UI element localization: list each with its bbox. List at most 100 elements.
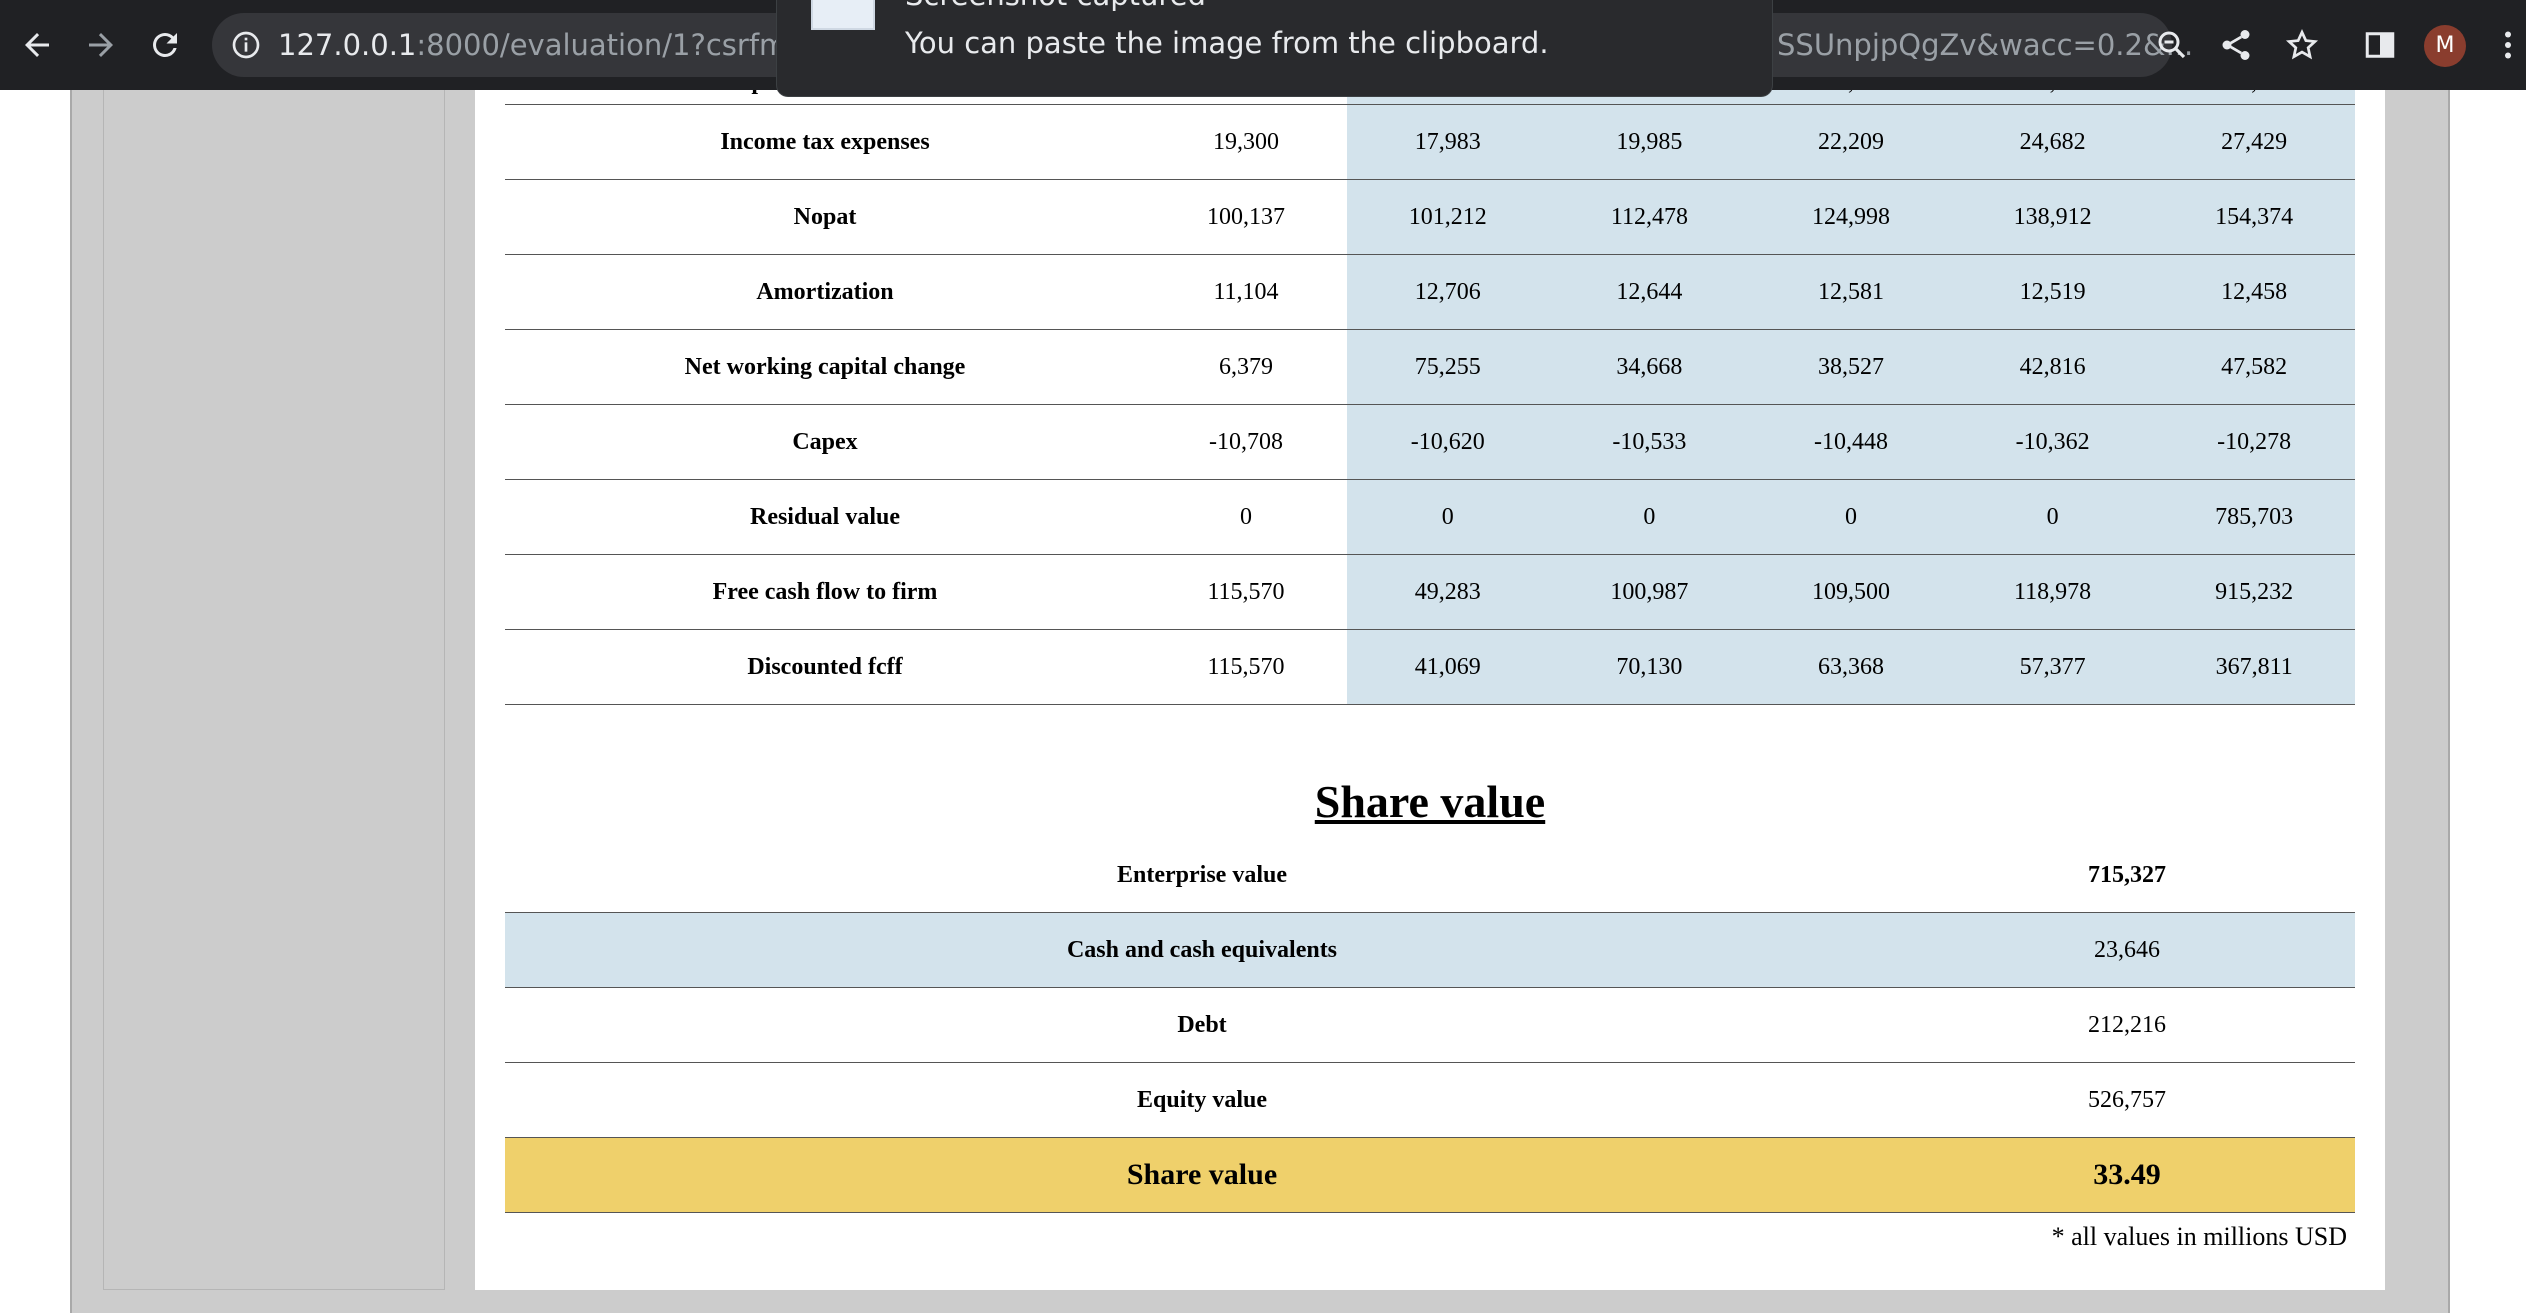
- row-label: Share value: [1126, 1158, 1278, 1191]
- table-row: Amortization 11,104 12,706 12,644 12,581 12,5…: [505, 255, 2355, 330]
- main-content: Operating income119,437119,196132,463147…: [475, 60, 2385, 1290]
- share-value-table: Enterprise value 715,327 Cash and cash e…: [505, 838, 2355, 1213]
- table-row: Net working capital change 6,379 75,255 34,…: [505, 330, 2355, 405]
- projection-cell: 49,283: [1347, 555, 1549, 629]
- projection-cell: 112,478: [1548, 180, 1751, 254]
- projection-cell: -10,448: [1750, 405, 1952, 479]
- url-tail: SSUnpjpQgZv&wacc=0.2&...: [1777, 28, 2194, 62]
- table-row: Discounted fcff 115,570 41,069 70,130 63,368…: [505, 630, 2355, 705]
- toast-title: Screenshot captured: [905, 0, 1206, 12]
- row-label: Nopat: [793, 203, 857, 230]
- forward-button[interactable]: [76, 20, 126, 70]
- row-label: Discounted fcff: [747, 653, 903, 680]
- projection-cell: 27,429: [2153, 105, 2355, 179]
- url-host: 127.0.0.1: [278, 28, 417, 62]
- projection-cell: 24,682: [1951, 105, 2154, 179]
- projection-cell: 0: [1951, 480, 2154, 554]
- projection-cell: 57,377: [1951, 630, 2154, 704]
- share-value-heading: Share value: [1314, 776, 1546, 827]
- reload-icon: [153, 33, 177, 57]
- projection-cell: 22,209: [1750, 105, 1952, 179]
- base-year-cell: 19,300: [1213, 128, 1279, 155]
- projection-cell: 0: [1750, 480, 1952, 554]
- table-row: Enterprise value 715,327: [505, 838, 2355, 913]
- table-row: Income tax expenses 19,300 17,983 19,985 22,…: [505, 105, 2355, 180]
- units-footnote: * all values in millions USD: [2051, 1222, 2347, 1251]
- projection-cell: 101,212: [1347, 180, 1549, 254]
- projection-cell: 12,706: [1347, 255, 1549, 329]
- table-row: Equity value 526,757: [505, 1063, 2355, 1138]
- projection-cell: 138,912: [1951, 180, 2154, 254]
- projection-cell: 47,582: [2153, 330, 2355, 404]
- projection-cell: 0: [1548, 480, 1751, 554]
- projection-cell: 785,703: [2153, 480, 2355, 554]
- screenshot-thumbnail[interactable]: [811, 0, 875, 30]
- table-row: Debt 212,216: [505, 988, 2355, 1063]
- base-year-cell: 0: [1240, 503, 1252, 530]
- projection-cell: 19,985: [1548, 105, 1751, 179]
- zoom-icon[interactable]: [2154, 27, 2190, 63]
- base-year-cell: -10,708: [1209, 428, 1283, 455]
- row-value: 212,216: [2088, 1011, 2166, 1038]
- bookmark-star-icon[interactable]: [2284, 27, 2320, 63]
- projection-cell: 75,255: [1347, 330, 1549, 404]
- projection-cell: 12,581: [1750, 255, 1952, 329]
- projection-cell: 124,998: [1750, 180, 1952, 254]
- info-icon[interactable]: [230, 29, 262, 61]
- url-text[interactable]: 127.0.0.1:8000/evaluation/1?csrfmiddle: [278, 13, 798, 77]
- row-label: Equity value: [1136, 1086, 1268, 1113]
- row-label: Amortization: [756, 278, 894, 305]
- row-value: 33.49: [2093, 1158, 2161, 1191]
- table-row: Cash and cash equivalents 23,646: [505, 913, 2355, 988]
- projection-cell: -10,620: [1347, 405, 1549, 479]
- projection-cell: 100,987: [1548, 555, 1751, 629]
- projection-cell: 41,069: [1347, 630, 1549, 704]
- base-year-cell: 115,570: [1207, 653, 1285, 680]
- projection-cell: 12,644: [1548, 255, 1751, 329]
- projection-cell: 63,368: [1750, 630, 1952, 704]
- projection-cell: -10,278: [2153, 405, 2355, 479]
- row-label: Debt: [1177, 1011, 1227, 1038]
- base-year-cell: 115,570: [1207, 578, 1285, 605]
- table-row: Capex -10,708 -10,620 -10,533 -10,448 -10,362…: [505, 405, 2355, 480]
- projection-cell: -10,533: [1548, 405, 1751, 479]
- back-button[interactable]: [12, 20, 62, 70]
- base-year-cell: 100,137: [1207, 203, 1285, 230]
- row-label: Net working capital change: [684, 353, 966, 380]
- screenshot-toast[interactable]: Screenshot captured You can paste the im…: [776, 0, 1773, 97]
- row-label: Enterprise value: [1117, 861, 1287, 888]
- row-label: Income tax expenses: [720, 128, 930, 155]
- reload-button[interactable]: [140, 20, 190, 70]
- base-year-cell: 11,104: [1213, 278, 1279, 305]
- projection-cell: 0: [1347, 480, 1549, 554]
- row-label: Residual value: [749, 503, 901, 530]
- sidebar: [103, 90, 445, 1290]
- projection-cell: 118,978: [1951, 555, 2154, 629]
- row-label: Cash and cash equivalents: [1066, 936, 1338, 963]
- row-label: Capex: [792, 428, 858, 455]
- row-value: 526,757: [2088, 1086, 2166, 1113]
- projection-cell: 154,374: [2153, 180, 2355, 254]
- share-value-result-row: Share value 33.49: [505, 1138, 2355, 1213]
- arrow-right-icon: [89, 33, 113, 57]
- projection-cell: 12,519: [1951, 255, 2154, 329]
- table-row: Free cash flow to firm 115,570 49,283 100,9…: [505, 555, 2355, 630]
- share-icon[interactable]: [2218, 27, 2254, 63]
- projection-cell: 12,458: [2153, 255, 2355, 329]
- table-row: Residual value 0 0 0 0 0 785,703: [505, 480, 2355, 555]
- projection-cell: 70,130: [1548, 630, 1751, 704]
- profile-avatar[interactable]: M: [2424, 25, 2466, 67]
- row-value: 715,327: [2088, 861, 2166, 888]
- projection-cell: 38,527: [1750, 330, 1952, 404]
- projection-cell: 42,816: [1951, 330, 2154, 404]
- kebab-menu-icon[interactable]: [2490, 27, 2526, 63]
- projection-cell: 17,983: [1347, 105, 1549, 179]
- row-value: 23,646: [2094, 936, 2160, 963]
- projection-cell: 367,811: [2153, 630, 2355, 704]
- projection-cell: 34,668: [1548, 330, 1751, 404]
- projection-cell: 109,500: [1750, 555, 1952, 629]
- projection-cell: -10,362: [1951, 405, 2154, 479]
- side-panel-icon[interactable]: [2362, 27, 2398, 63]
- base-year-cell: 6,379: [1219, 353, 1273, 380]
- arrow-left-icon: [25, 33, 49, 57]
